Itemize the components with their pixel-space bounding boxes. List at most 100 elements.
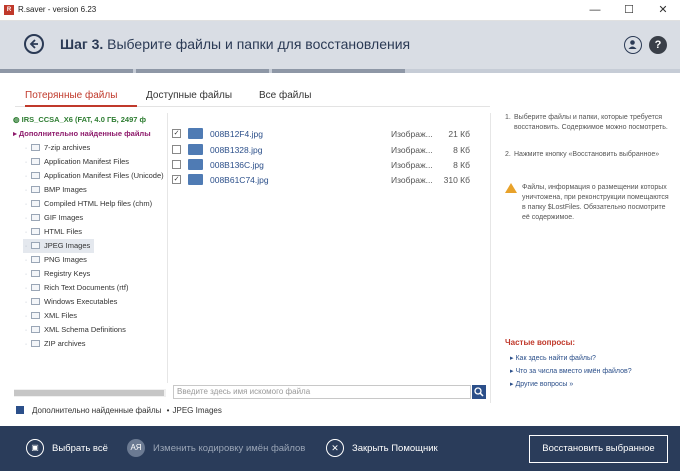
folder-icon	[31, 158, 40, 165]
back-arrow-icon[interactable]	[24, 34, 44, 54]
breadcrumb: Дополнительно найденные файлы • JPEG Imag…	[16, 406, 222, 415]
tree-group-item[interactable]: ▸ Дополнительно найденные файлы	[13, 127, 151, 141]
folder-icon	[31, 242, 40, 249]
drive-icon: ◍	[13, 115, 22, 124]
file-row[interactable]: ✓ 008B61C74.jpg Изображ... 310 Кб	[172, 172, 490, 188]
instruction-2: 2. Нажмите кнопку «Восстановить выбранно…	[505, 150, 675, 160]
close-wizard-button[interactable]: ✕ Закрыть Помощник	[326, 426, 438, 471]
faq-title: Частые вопросы:	[505, 338, 576, 347]
select-all-button[interactable]: ▣ Выбрать всё	[26, 426, 108, 471]
tab-lost-files[interactable]: Потерянные файлы	[25, 90, 117, 101]
branch-dot-icon: ·	[24, 173, 28, 180]
faq-link[interactable]: ▸ Как здесь найти файлы?	[510, 354, 596, 362]
image-file-icon	[188, 128, 203, 139]
breadcrumb-parent[interactable]: Дополнительно найденные файлы	[32, 406, 161, 415]
branch-dot-icon: ·	[24, 299, 28, 306]
file-row[interactable]: ✓ 008B12F4.jpg Изображ... 21 Кб	[172, 126, 490, 142]
tree-item-xsd[interactable]: · XML Schema Definitions	[23, 323, 126, 337]
lostfiles-warning: Файлы, информация о размещении которых у…	[522, 184, 669, 221]
file-row[interactable]: 008B1328.jpg Изображ... 8 Кб	[172, 142, 490, 158]
branch-dot-icon: ·	[24, 215, 28, 222]
branch-dot-icon: ·	[24, 243, 28, 250]
folder-icon	[31, 172, 40, 179]
instruction-text: Выберите файлы и папки, которые требуетс…	[514, 114, 668, 131]
folder-icon	[31, 144, 40, 151]
close-button[interactable]: ✕	[646, 0, 680, 20]
tree-item-7zip[interactable]: · 7-zip archives	[23, 141, 90, 155]
tab-available-files[interactable]: Доступные файлы	[146, 90, 232, 101]
file-checkbox[interactable]	[172, 145, 181, 154]
branch-dot-icon: ·	[24, 271, 28, 278]
tree-item-zip[interactable]: · ZIP archives	[23, 337, 86, 351]
folder-icon	[31, 214, 40, 221]
file-name: 008B1328.jpg	[210, 145, 263, 155]
maximize-button[interactable]: ☐	[612, 0, 646, 20]
tree-horizontal-scrollbar[interactable]	[14, 389, 166, 397]
tree-item-gif[interactable]: · GIF Images	[23, 211, 83, 225]
warning-icon	[505, 183, 517, 193]
wizard-header: Шаг 3. Выберите файлы и папки для восста…	[0, 21, 680, 69]
file-row[interactable]: 008B136C.jpg Изображ... 8 Кб	[172, 157, 490, 173]
help-icon[interactable]: ?	[649, 36, 667, 54]
folder-icon	[31, 186, 40, 193]
image-file-icon	[188, 159, 203, 170]
breadcrumb-separator: •	[166, 406, 170, 415]
tree-item-app-manifest[interactable]: · Application Manifest Files	[23, 155, 129, 169]
pane-divider	[167, 113, 168, 383]
file-name: 008B136C.jpg	[210, 160, 264, 170]
branch-dot-icon: ·	[24, 313, 28, 320]
tree-item-html[interactable]: · HTML Files	[23, 225, 82, 239]
breadcrumb-current: JPEG Images	[172, 406, 222, 415]
folder-icon	[31, 340, 40, 347]
tree-item-registry[interactable]: · Registry Keys	[23, 267, 90, 281]
window-title: R.saver - version 6.23	[18, 5, 97, 14]
close-circle-icon: ✕	[326, 439, 344, 457]
change-encoding-button[interactable]: АЯ Изменить кодировку имён файлов	[127, 426, 305, 471]
branch-dot-icon: ·	[24, 257, 28, 264]
tree-item-rtf[interactable]: · Rich Text Documents (rtf)	[23, 281, 129, 295]
encoding-icon: АЯ	[127, 439, 145, 457]
branch-dot-icon: ·	[24, 285, 28, 292]
step-description: Выберите файлы и папки для восстановлени…	[107, 36, 411, 52]
step-number: Шаг 3.	[60, 36, 104, 52]
faq-link[interactable]: ▸ Другие вопросы »	[510, 380, 573, 388]
instruction-text: Нажмите кнопку «Восстановить выбранное»	[514, 151, 660, 158]
breadcrumb-back-icon[interactable]	[16, 406, 24, 414]
tree-item-xml[interactable]: · XML Files	[23, 309, 77, 323]
folder-icon	[31, 312, 40, 319]
image-file-icon	[188, 174, 203, 185]
branch-dot-icon: ·	[24, 159, 28, 166]
search-icon[interactable]	[472, 385, 486, 399]
folder-icon	[31, 228, 40, 235]
active-tab-indicator	[25, 105, 137, 107]
branch-dot-icon: ·	[24, 201, 28, 208]
folder-icon	[31, 298, 40, 305]
tree-item-jpeg[interactable]: · JPEG Images	[23, 239, 95, 253]
file-name: 008B61C74.jpg	[210, 175, 269, 185]
tree-item-exe[interactable]: · Windows Executables	[23, 295, 118, 309]
page-title: Шаг 3. Выберите файлы и папки для восста…	[60, 36, 410, 52]
restore-selected-button[interactable]: Восстановить выбранное	[529, 435, 668, 463]
tree-item-chm[interactable]: · Compiled HTML Help files (chm)	[23, 197, 152, 211]
tree-item-app-manifest-unicode[interactable]: · Application Manifest Files (Unicode)	[23, 169, 164, 183]
file-checkbox[interactable]	[172, 160, 181, 169]
minimize-button[interactable]: —	[578, 0, 612, 20]
branch-dot-icon: ·	[24, 145, 28, 152]
folder-icon	[31, 256, 40, 263]
faq-link[interactable]: ▸ Что за числа вместо имён файлов?	[510, 367, 632, 375]
instruction-1: 1. Выберите файлы и папки, которые требу…	[505, 113, 675, 133]
file-checkbox[interactable]: ✓	[172, 129, 181, 138]
file-checkbox[interactable]: ✓	[172, 175, 181, 184]
tree-item-png[interactable]: · PNG Images	[23, 253, 87, 267]
folder-icon	[31, 326, 40, 333]
file-search-input[interactable]: Введите здесь имя искомого файла	[173, 385, 471, 399]
user-icon[interactable]	[624, 36, 642, 54]
tab-all-files[interactable]: Все файлы	[259, 90, 311, 101]
folder-icon	[31, 200, 40, 207]
tree-item-bmp[interactable]: · BMP Images	[23, 183, 87, 197]
image-file-icon	[188, 144, 203, 155]
branch-dot-icon: ·	[24, 187, 28, 194]
file-size: 310 Кб	[443, 175, 470, 185]
select-all-icon: ▣	[26, 439, 44, 457]
tree-root-item[interactable]: ◍ IRS_CCSA_X6 (FAT, 4.0 ГБ, 2497 ф	[13, 113, 146, 127]
